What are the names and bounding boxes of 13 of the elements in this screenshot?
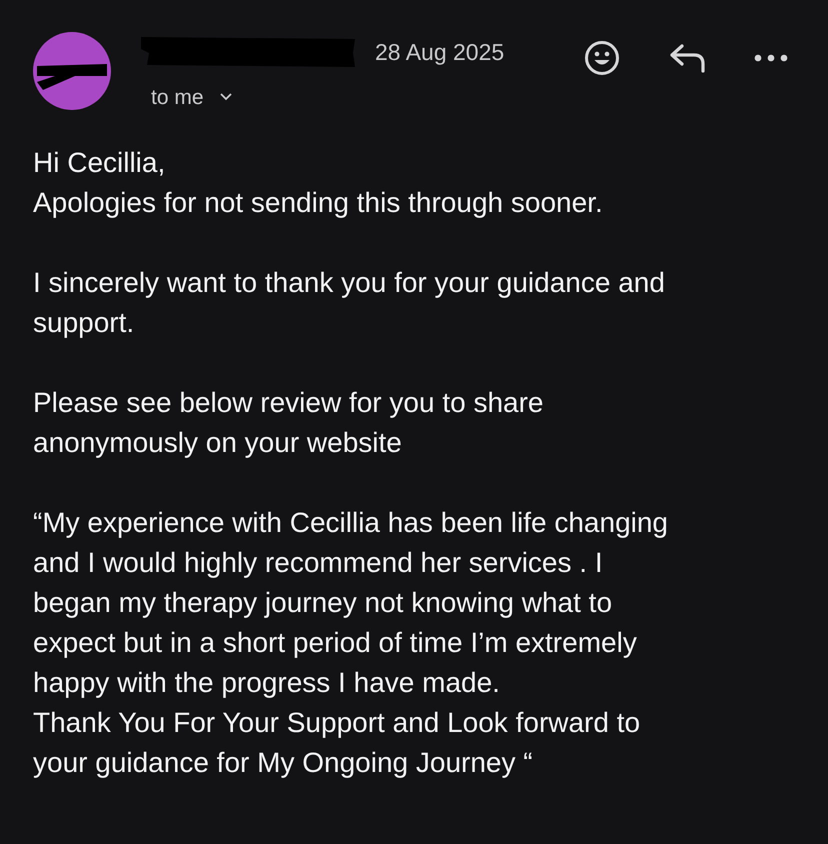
reply-arrow-icon <box>668 43 706 73</box>
reply-button[interactable] <box>668 43 706 73</box>
more-icon <box>754 54 788 62</box>
email-date: 28 Aug 2025 <box>375 38 504 67</box>
message-paragraph: Please see below review for you to share anonymously on your website <box>33 386 544 460</box>
message-paragraph: I sincerely want to thank you for your guidance and support. <box>33 266 665 340</box>
more-options-button[interactable] <box>754 54 788 62</box>
emoji-reaction-button[interactable] <box>584 40 620 76</box>
smiley-icon <box>584 40 620 76</box>
recipient-dropdown[interactable]: to me <box>151 82 504 113</box>
chevron-down-icon <box>220 93 232 102</box>
message-paragraph: Hi Cecillia, Apologies for not sending this through sooner. <box>33 146 603 220</box>
message-paragraph: “My experience with Cecillia has been life changing and I would highly recommend her services . I began my therapy journey not knowing what to expect but in a short period of time I’m extremely happy with the progress I have made. Thank You For Your Support and Look forward to your guidance for My Ongoing Journey “ <box>33 506 668 780</box>
